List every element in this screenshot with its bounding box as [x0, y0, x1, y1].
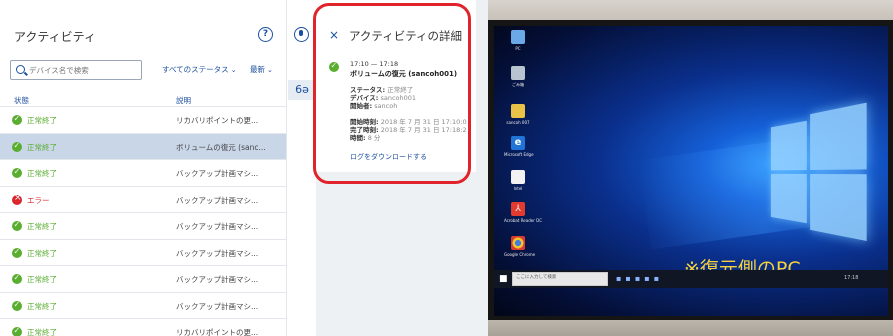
row-status: 正常終了	[27, 169, 57, 178]
logo-pane	[770, 173, 807, 224]
taskbar-clock: 17:18	[844, 275, 859, 281]
row-description: リカバリポイントの更...	[176, 328, 259, 336]
row-description: ボリュームの復元 (sanc...	[176, 142, 266, 152]
activity-list: 正常終了 リカバリポイントの更... 正常終了 ボリュームの復元 (sanc..…	[0, 106, 286, 336]
activity-panel: アクティビティ ? すべてのステータス⌄ 最新⌄ 状態 説明 正常終了 リカバリ…	[0, 0, 286, 336]
row-description: バックアップ計画マシ...	[176, 275, 259, 284]
account-icon[interactable]	[294, 27, 309, 42]
success-check-icon	[12, 326, 22, 336]
success-check-icon	[12, 167, 22, 178]
column-header-status[interactable]: 状態	[14, 95, 29, 106]
row-status: 正常終了	[27, 142, 57, 152]
row-status: 正常終了	[27, 116, 57, 125]
row-description: バックアップ計画マシ...	[176, 195, 259, 205]
highlight-box	[313, 3, 471, 184]
search-icon	[16, 65, 25, 74]
row-description: バックアップ計画マシ...	[176, 169, 259, 178]
error-x-icon	[12, 193, 22, 205]
side-toolbar: 6ə	[286, 0, 316, 336]
edge-icon: e	[511, 136, 525, 150]
activity-row[interactable]: 正常終了 リカバリポイントの更...	[0, 106, 286, 133]
activity-row[interactable]: 正常終了 リカバリポイントの更...	[0, 318, 286, 336]
row-status: 正常終了	[27, 301, 57, 311]
row-status: エラー	[27, 195, 50, 205]
row-description: バックアップ計画マシ...	[176, 222, 259, 231]
activity-row[interactable]: 正常終了 ボリュームの復元 (sanc...	[0, 132, 286, 159]
desktop-icon-edge[interactable]: e Microsoft Edge	[504, 136, 534, 157]
success-check-icon	[12, 141, 22, 152]
success-check-icon	[12, 247, 22, 258]
activity-header: アクティビティ ?	[0, 0, 286, 62]
page-title: アクティビティ	[14, 30, 96, 44]
desktop-icon-chrome[interactable]: Google Chrome	[504, 236, 536, 257]
row-description: リカバリポイントの更...	[176, 116, 259, 125]
success-check-icon	[12, 300, 22, 311]
desktop-icon-pc[interactable]: PC	[504, 30, 532, 51]
desk-surface	[488, 320, 893, 336]
success-check-icon	[12, 220, 22, 231]
activity-row[interactable]: 正常終了 バックアップ計画マシ...	[0, 212, 286, 239]
desktop-icon-label: ごみ箱	[512, 82, 524, 87]
row-status: 正常終了	[27, 275, 57, 284]
document-icon	[511, 170, 525, 184]
row-status: 正常終了	[27, 248, 57, 258]
activity-row[interactable]: 正常終了 バックアップ計画マシ...	[0, 159, 286, 186]
scanner-icon	[511, 104, 525, 118]
taskbar-search-text: ここに入力して検索	[516, 275, 557, 280]
activity-row[interactable]: 正常終了 バックアップ計画マシ...	[0, 238, 286, 265]
search-input[interactable]	[29, 63, 137, 77]
row-description: バックアップ計画マシ...	[176, 301, 259, 311]
desktop-icon-label: Intel	[513, 186, 523, 191]
desktop-icon-label: Microsoft Edge	[504, 152, 534, 157]
windows-logo	[770, 102, 867, 244]
success-check-icon	[12, 273, 22, 284]
logo-pane	[770, 120, 807, 171]
desktop-icon-acrobat[interactable]: ⅄ Acrobat Reader DC	[504, 202, 542, 223]
sort-dropdown[interactable]: 最新 ⌄	[250, 64, 273, 75]
windows-taskbar: ■ ここに入力して検索 ▪▪▪▪▪ 17:18	[494, 270, 888, 288]
logo-pane	[810, 102, 867, 171]
desktop-icon-recycle-bin[interactable]: ごみ箱	[504, 66, 532, 88]
desktop-icon-label: Google Chrome	[504, 252, 536, 257]
pdf-icon: ⅄	[511, 202, 525, 216]
chrome-icon	[511, 236, 525, 250]
desktop-icon-label: sancoh 007	[506, 120, 530, 125]
help-icon[interactable]: ?	[258, 27, 273, 42]
chevron-down-icon: ⌄	[267, 66, 273, 74]
device-search-box[interactable]	[10, 60, 142, 80]
desktop-icon-label: Acrobat Reader DC	[504, 218, 542, 223]
success-check-icon	[12, 114, 22, 125]
activity-row[interactable]: エラー バックアップ計画マシ...	[0, 185, 286, 212]
activity-row[interactable]: 正常終了 バックアップ計画マシ...	[0, 265, 286, 292]
row-description: バックアップ計画マシ...	[176, 248, 259, 258]
glasses-icon[interactable]: 6ə	[288, 80, 316, 100]
windows-start-icon[interactable]: ■	[499, 274, 508, 284]
row-status: 正常終了	[27, 222, 57, 231]
desktop-icon-label: PC	[515, 46, 521, 51]
sort-label: 最新	[250, 65, 265, 74]
row-status: 正常終了	[27, 328, 57, 336]
status-filter-dropdown[interactable]: すべてのステータス ⌄	[162, 64, 237, 75]
desktop-icon-scanner[interactable]: sancoh 007	[504, 104, 532, 125]
chevron-down-icon: ⌄	[230, 66, 237, 74]
column-header-description[interactable]: 説明	[176, 95, 191, 106]
activity-row[interactable]: 正常終了 バックアップ計画マシ...	[0, 291, 286, 318]
pc-icon	[511, 30, 525, 44]
desktop-icon-document[interactable]: Intel	[504, 170, 532, 191]
taskbar-app-icons[interactable]: ▪▪▪▪▪	[616, 274, 663, 283]
logo-pane	[810, 173, 867, 242]
status-filter-label: すべてのステータス	[162, 65, 229, 74]
recycle-bin-icon	[511, 66, 525, 80]
